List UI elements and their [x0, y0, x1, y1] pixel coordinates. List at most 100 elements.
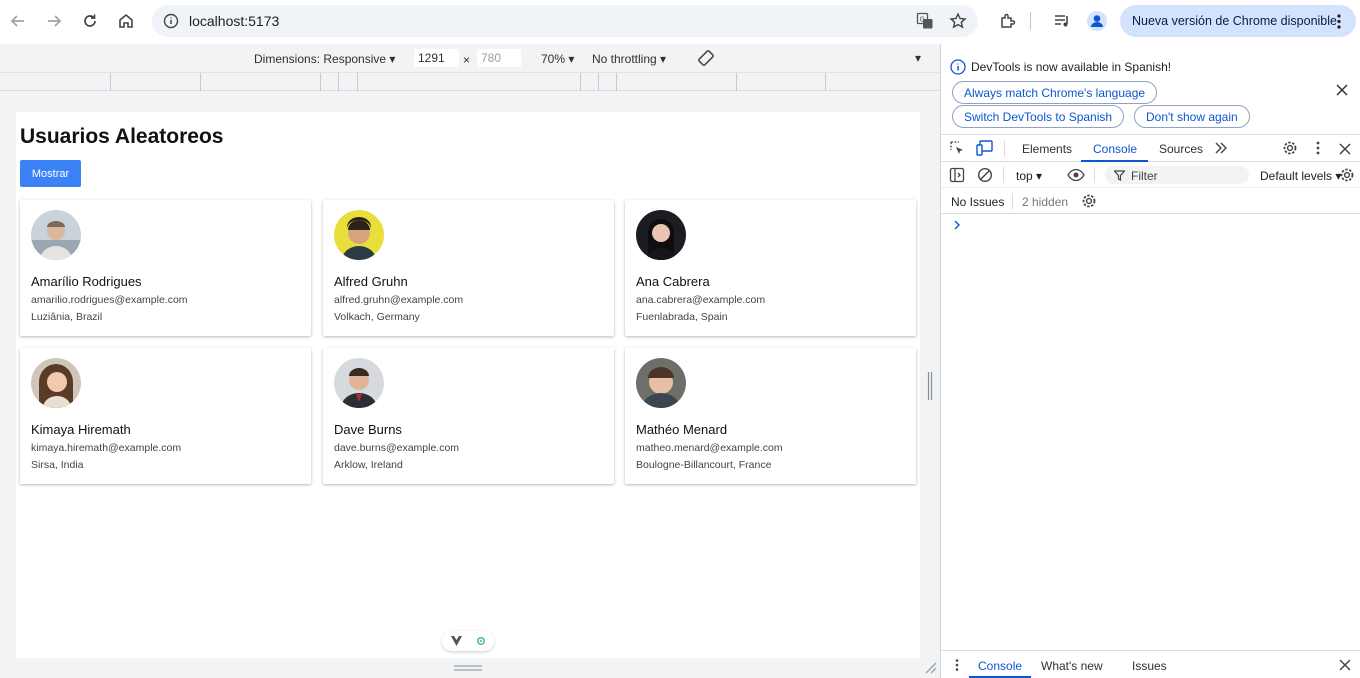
zoom-dropdown[interactable]: 70% ▾ [541, 52, 574, 66]
language-notice: DevTools is now available in Spanish! [971, 60, 1172, 74]
back-icon[interactable] [6, 9, 30, 33]
close-drawer-icon[interactable] [1339, 659, 1351, 671]
chrome-update-button[interactable]: Nueva versión de Chrome disponible [1120, 5, 1356, 37]
device-toolbar: Dimensions: Responsive ▾ 1291 × 780 70% … [0, 44, 940, 73]
issues-bar: No Issues 2 hidden [941, 188, 1360, 214]
filter-placeholder: Filter [1131, 169, 1158, 183]
bottom-resize-handle[interactable] [454, 664, 482, 672]
ruler-segment[interactable] [736, 73, 737, 91]
drawer-tab-console[interactable]: Console [978, 659, 1022, 673]
user-card: Ana Cabrera ana.cabrera@example.com Fuen… [625, 200, 916, 336]
filter-funnel-icon [1114, 170, 1125, 181]
toolbar-divider [1012, 193, 1013, 209]
side-resize-handle[interactable] [927, 372, 933, 400]
issues-settings-icon[interactable] [1081, 193, 1097, 209]
tab-console[interactable]: Console [1093, 142, 1137, 156]
svg-text:G: G [920, 16, 925, 24]
user-card: Kimaya Hiremath kimaya.hiremath@example.… [20, 348, 311, 484]
user-location: Luziânia, Brazil [31, 311, 103, 323]
more-options-dropdown[interactable]: ▾ [915, 51, 921, 65]
user-location: Fuenlabrada, Spain [636, 311, 728, 323]
address-bar[interactable]: localhost:5173 G [152, 5, 978, 37]
dimensions-dropdown[interactable]: Dimensions: Responsive ▾ [254, 52, 395, 66]
ruler-segment[interactable] [110, 73, 111, 91]
user-avatar [334, 358, 384, 408]
ruler-segment[interactable] [357, 73, 358, 91]
ruler-segment[interactable] [200, 73, 201, 91]
drawer-tab-whats-new[interactable]: What's new [1041, 659, 1103, 673]
toolbar-divider [1094, 167, 1095, 183]
devtools-menu-icon[interactable] [1316, 141, 1320, 155]
log-levels-dropdown[interactable]: Default levels ▾ [1260, 169, 1341, 183]
throttling-dropdown[interactable]: No throttling ▾ [592, 52, 666, 66]
site-info-icon[interactable] [163, 13, 179, 29]
vue-devtools-toggle[interactable] [442, 631, 494, 651]
close-devtools-icon[interactable] [1339, 143, 1351, 155]
context-label: top [1016, 169, 1033, 183]
ruler-segment[interactable] [616, 73, 617, 91]
rotate-icon[interactable] [697, 49, 715, 67]
tab-elements[interactable]: Elements [1022, 142, 1072, 156]
inspect-element-icon[interactable] [949, 140, 965, 156]
extensions-icon[interactable] [996, 9, 1020, 33]
media-query-ruler[interactable] [0, 73, 940, 91]
console-prompt-input[interactable] [965, 216, 1355, 234]
live-expression-eye-icon[interactable] [1067, 167, 1085, 183]
user-avatar [636, 358, 686, 408]
bookmark-star-icon[interactable] [949, 12, 967, 30]
console-settings-icon[interactable] [1339, 167, 1355, 183]
page-title: Usuarios Aleatoreos [20, 125, 224, 148]
dont-show-again-button[interactable]: Don't show again [1134, 105, 1250, 128]
match-language-button[interactable]: Always match Chrome's language [952, 81, 1158, 104]
user-card: Alfred Gruhn alfred.gruhn@example.com Vo… [323, 200, 614, 336]
drawer-menu-icon[interactable] [955, 659, 959, 671]
tab-sources[interactable]: Sources [1159, 142, 1203, 156]
user-location: Boulogne-Billancourt, France [636, 459, 772, 471]
profile-avatar-icon[interactable] [1085, 9, 1109, 33]
hidden-count: 2 hidden [1022, 195, 1069, 209]
log-levels-label: Default levels [1260, 169, 1333, 183]
user-location: Volkach, Germany [334, 311, 420, 323]
vue-logo-icon [451, 636, 462, 646]
kebab-menu-icon[interactable] [1337, 14, 1341, 29]
console-prompt-chevron-icon[interactable] [953, 220, 961, 230]
drawer-tab-issues[interactable]: Issues [1132, 659, 1167, 673]
console-toolbar: top ▾ Filter Default levels ▾ [941, 162, 1360, 188]
more-tabs-icon[interactable] [1214, 141, 1228, 155]
corner-resize-icon[interactable] [923, 660, 937, 674]
user-name: Ana Cabrera [636, 274, 710, 289]
settings-gear-icon[interactable] [1282, 140, 1298, 156]
clear-console-icon[interactable] [977, 167, 993, 183]
filter-input[interactable]: Filter [1105, 166, 1249, 184]
reload-icon[interactable] [78, 9, 102, 33]
gear-outline-icon [475, 635, 487, 647]
user-name: Kimaya Hiremath [31, 422, 131, 437]
translate-icon[interactable]: G [916, 12, 934, 30]
show-button[interactable]: Mostrar [20, 160, 81, 187]
height-input[interactable]: 780 [477, 49, 521, 67]
device-toggle-icon[interactable] [976, 140, 994, 156]
user-card: Mathéo Menard matheo.menard@example.com … [625, 348, 916, 484]
width-input[interactable]: 1291 [414, 49, 459, 67]
forward-icon[interactable] [42, 9, 66, 33]
context-dropdown[interactable]: top ▾ [1016, 169, 1042, 183]
ruler-segment[interactable] [580, 73, 581, 91]
page-viewport: Usuarios Aleatoreos Mostrar Amarílio Rod… [16, 112, 920, 658]
media-controls-icon[interactable] [1050, 9, 1074, 33]
user-avatar [31, 358, 81, 408]
toolbar-divider [1030, 12, 1031, 30]
sidebar-toggle-icon[interactable] [949, 167, 965, 183]
user-name: Alfred Gruhn [334, 274, 408, 289]
ruler-segment[interactable] [320, 73, 321, 91]
user-email: amarilio.rodrigues@example.com [31, 294, 188, 306]
ruler-segment[interactable] [825, 73, 826, 91]
home-icon[interactable] [114, 9, 138, 33]
user-email: ana.cabrera@example.com [636, 294, 766, 306]
user-location: Sirsa, India [31, 459, 84, 471]
devtools-panel: DevTools is now available in Spanish! Al… [940, 44, 1360, 678]
close-notice-icon[interactable] [1336, 84, 1348, 96]
no-issues-label: No Issues [951, 195, 1005, 209]
switch-spanish-button[interactable]: Switch DevTools to Spanish [952, 105, 1125, 128]
ruler-segment[interactable] [338, 73, 339, 91]
ruler-segment[interactable] [598, 73, 599, 91]
